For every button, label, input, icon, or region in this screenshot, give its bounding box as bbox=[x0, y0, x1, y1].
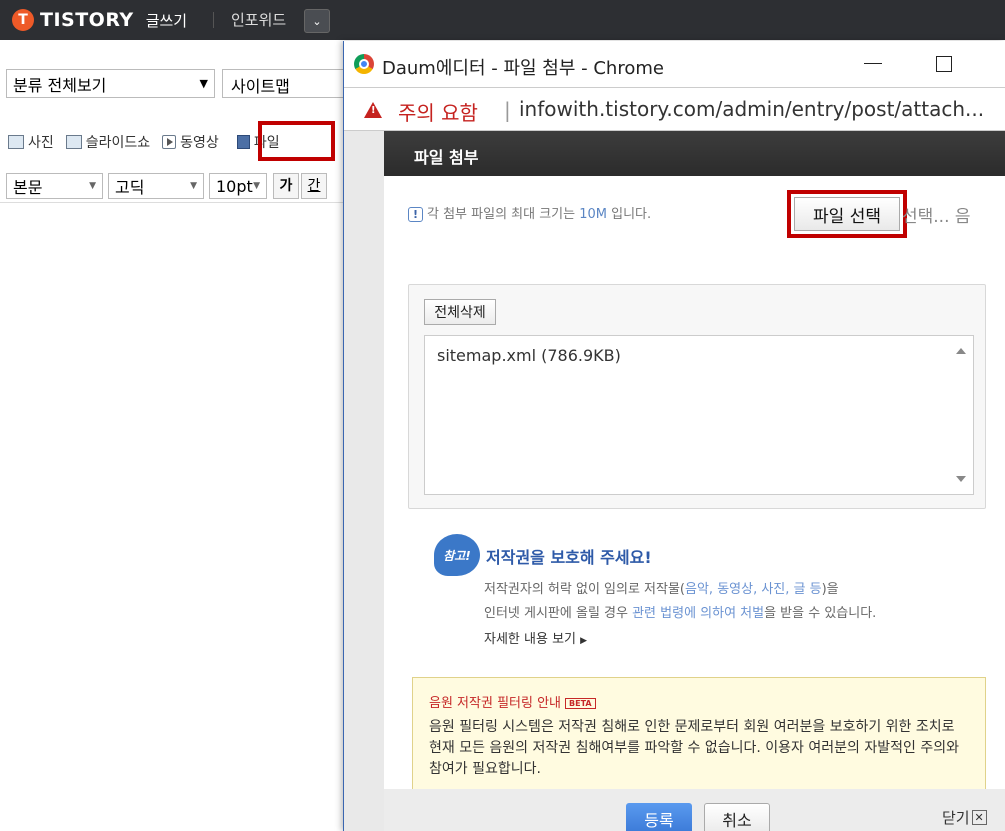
notice-size: 10M bbox=[579, 207, 607, 222]
file-button-highlight bbox=[258, 121, 335, 161]
copyright-highlight: 음악, 동영상, 사진, 글 등 bbox=[685, 582, 822, 597]
font-value: 고딕 bbox=[115, 178, 145, 197]
chevron-down-icon[interactable]: ⌄ bbox=[304, 9, 330, 33]
dropdown-arrow-icon: ▼ bbox=[253, 181, 260, 191]
copyright-title: 저작권을 보호해 주세요! bbox=[486, 548, 652, 567]
photo-label: 사진 bbox=[28, 135, 54, 151]
cancel-button[interactable]: 취소 bbox=[704, 803, 770, 831]
dropdown-arrow-icon: ▼ bbox=[89, 181, 96, 191]
music-notice-description: 음원 필터링 시스템은 저작권 침해로 인한 문제로부터 회원 여러분을 보호하… bbox=[429, 719, 959, 777]
font-size-value: 10pt bbox=[216, 176, 253, 196]
address-bar[interactable]: 주의 요함 | infowith.tistory.com/admin/entry… bbox=[344, 87, 1005, 131]
video-label: 동영상 bbox=[180, 135, 219, 151]
copyright-highlight: 관련 법령에 의하여 처벌 bbox=[632, 606, 765, 621]
beta-badge: BETA bbox=[565, 698, 596, 709]
bold-button[interactable]: 가 bbox=[273, 173, 299, 199]
slideshow-button[interactable]: 슬라이드쇼 bbox=[65, 132, 151, 152]
notice-badge-icon: 참고! bbox=[434, 534, 480, 576]
font-select[interactable]: 고딕 ▼ bbox=[108, 173, 204, 199]
register-button[interactable]: 등록 bbox=[626, 803, 692, 831]
tistory-logo-icon: T bbox=[12, 9, 34, 31]
scroll-down-icon[interactable] bbox=[956, 476, 966, 482]
maximize-icon[interactable] bbox=[936, 56, 952, 72]
topbar-divider bbox=[213, 12, 214, 28]
list-item[interactable]: sitemap.xml (786.9KB) bbox=[437, 346, 621, 365]
file-icon bbox=[236, 135, 250, 149]
caret-right-icon: ▶ bbox=[580, 636, 588, 646]
security-warning[interactable]: 주의 요함 bbox=[398, 97, 478, 126]
photo-button[interactable]: 사진 bbox=[8, 132, 54, 152]
music-notice-title-text: 음원 저작권 필터링 안내 bbox=[429, 696, 561, 711]
category-select[interactable]: 분류 전체보기 ▼ bbox=[6, 69, 215, 98]
delete-all-button[interactable]: 전체삭제 bbox=[424, 299, 496, 325]
window-title: Daum에디터 - 파일 첨부 - Chrome bbox=[382, 58, 664, 79]
underline-button[interactable]: 간 bbox=[301, 173, 327, 199]
scroll-up-icon[interactable] bbox=[956, 348, 966, 354]
copyright-text: 을 받을 수 있습니다. bbox=[764, 606, 877, 621]
attached-files-panel: 전체삭제 sitemap.xml (786.9KB) bbox=[408, 284, 986, 509]
play-icon bbox=[162, 135, 177, 149]
select-file-highlight bbox=[787, 190, 907, 238]
copyright-text: 저작권자의 허락 없이 임의로 저작물( bbox=[484, 582, 686, 597]
more-info-label: 자세한 내용 보기 bbox=[484, 632, 576, 647]
slideshow-label: 슬라이드쇼 bbox=[85, 135, 151, 151]
close-button[interactable]: 닫기 ✕ bbox=[942, 807, 987, 828]
logo-subtitle: 글쓰기 bbox=[145, 11, 188, 30]
copyright-text: )을 bbox=[821, 582, 839, 597]
chrome-icon bbox=[354, 54, 374, 74]
popup-left-margin bbox=[344, 131, 384, 831]
format-toolbar: 본문 ▼ 고딕 ▼ 10pt ▼ 가 간 bbox=[0, 169, 345, 203]
slideshow-icon bbox=[65, 135, 82, 149]
popup-footer: 등록 취소 닫기 ✕ bbox=[384, 789, 1005, 831]
notice-text: 각 첨부 파일의 최대 크기는 bbox=[427, 207, 580, 222]
more-info-link[interactable]: 자세한 내용 보기 ▶ bbox=[484, 628, 587, 647]
editor-topbar: T TISTORY 글쓰기 인포위드 ⌄ bbox=[0, 0, 1005, 40]
category-value: 분류 전체보기 bbox=[13, 75, 107, 95]
page-title: 파일 첨부 bbox=[384, 131, 1005, 176]
warning-icon bbox=[364, 102, 382, 118]
popup-content: 파일 첨부 ! 각 첨부 파일의 최대 크기는 10M 입니다. 파일 선택 선택… bbox=[384, 131, 1005, 831]
close-icon: ✕ bbox=[971, 810, 987, 825]
url-separator: | bbox=[504, 98, 511, 122]
size-notice: ! 각 첨부 파일의 최대 크기는 10M 입니다. bbox=[408, 203, 651, 222]
no-file-selected-text: 선택... 음 bbox=[902, 207, 971, 227]
copyright-text: 인터넷 게시판에 올릴 경우 bbox=[484, 606, 633, 621]
paragraph-style-select[interactable]: 본문 ▼ bbox=[6, 173, 103, 199]
video-button[interactable]: 동영상 bbox=[162, 132, 219, 152]
copyright-description: 저작권자의 허락 없이 임의로 저작물(음악, 동영상, 사진, 글 등)을 인… bbox=[484, 578, 876, 626]
minimize-icon[interactable] bbox=[864, 63, 882, 64]
url-text[interactable]: infowith.tistory.com/admin/entry/post/at… bbox=[519, 97, 984, 121]
paragraph-style-value: 본문 bbox=[13, 178, 43, 197]
file-attach-popup-window: Daum에디터 - 파일 첨부 - Chrome 주의 요함 | infowit… bbox=[343, 41, 1005, 831]
dropdown-arrow-icon: ▼ bbox=[190, 181, 197, 191]
music-filter-notice: 음원 저작권 필터링 안내 BETA 음원 필터링 시스템은 저작권 침해로 인한… bbox=[412, 677, 986, 790]
post-title-input[interactable]: 사이트맵 bbox=[222, 69, 352, 98]
info-icon: ! bbox=[408, 207, 423, 222]
dropdown-arrow-icon: ▼ bbox=[199, 77, 208, 90]
close-label: 닫기 bbox=[942, 809, 970, 827]
logo-text: TISTORY bbox=[40, 9, 134, 31]
notice-text-end: 입니다. bbox=[607, 207, 652, 222]
blog-name[interactable]: 인포위드 bbox=[231, 9, 286, 30]
font-size-select[interactable]: 10pt ▼ bbox=[209, 173, 267, 199]
image-icon bbox=[8, 135, 24, 149]
music-notice-title: 음원 저작권 필터링 안내 BETA bbox=[429, 692, 969, 711]
window-titlebar: Daum에디터 - 파일 첨부 - Chrome bbox=[344, 41, 1005, 87]
file-list[interactable]: sitemap.xml (786.9KB) bbox=[424, 335, 974, 495]
tistory-logo[interactable]: T TISTORY 글쓰기 bbox=[12, 8, 187, 32]
